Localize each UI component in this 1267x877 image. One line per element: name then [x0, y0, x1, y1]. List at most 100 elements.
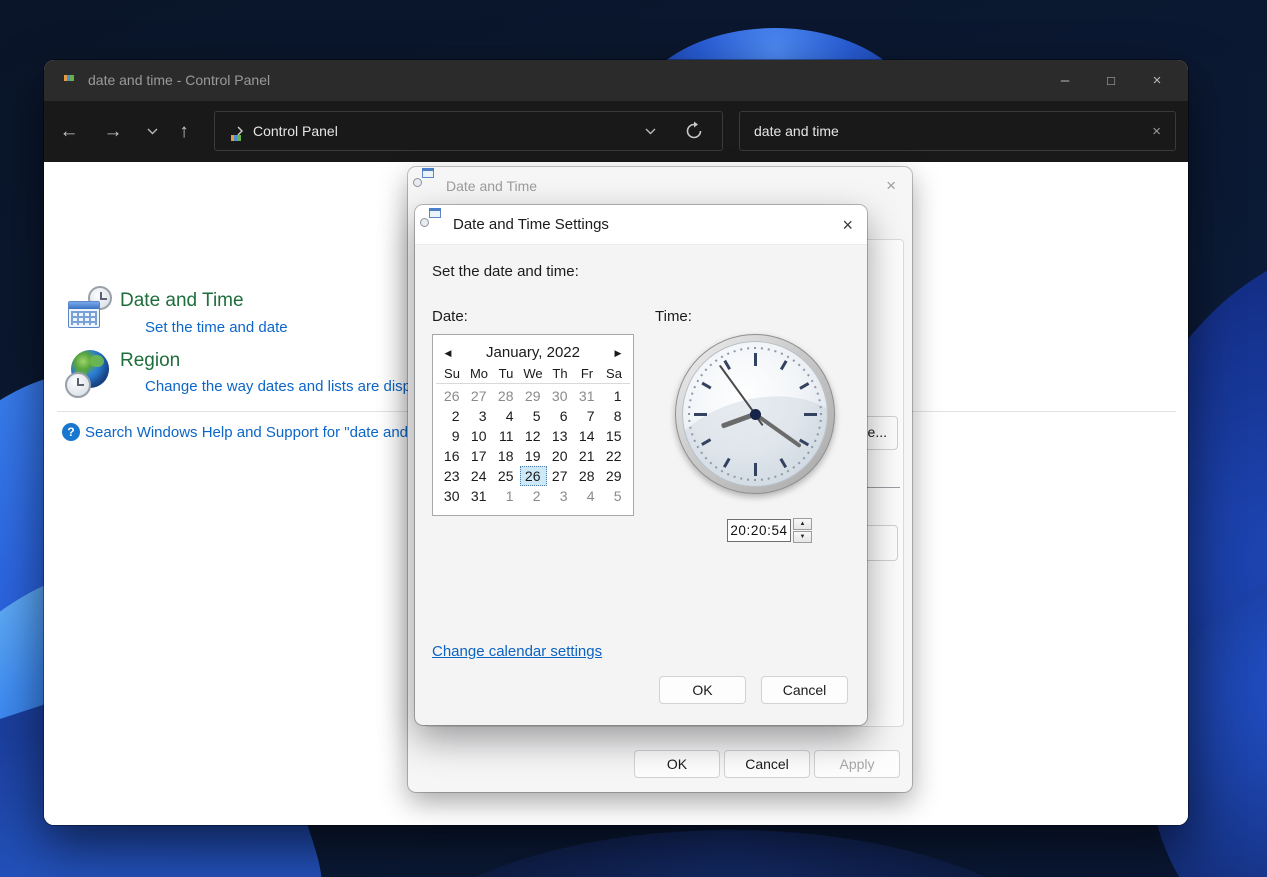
day-header: We: [520, 366, 547, 381]
calendar-day[interactable]: 19: [520, 446, 547, 466]
forward-icon: →: [104, 121, 123, 143]
calendar-day[interactable]: 14: [574, 426, 601, 446]
minimize-button[interactable]: –: [1042, 60, 1088, 101]
calendar-day[interactable]: 29: [520, 386, 547, 406]
calendar-day[interactable]: 9: [439, 426, 466, 446]
calendar-day-selected[interactable]: 26: [520, 466, 547, 486]
calendar-month-year[interactable]: January, 2022: [433, 340, 633, 366]
calendar-day[interactable]: 13: [547, 426, 574, 446]
calendar-day[interactable]: 4: [493, 406, 520, 426]
refresh-button[interactable]: [684, 121, 704, 141]
calendar-day[interactable]: 20: [547, 446, 574, 466]
close-button[interactable]: ×: [1134, 60, 1180, 101]
hour-tick: [754, 463, 757, 476]
calendar-day[interactable]: 18: [493, 446, 520, 466]
calendar-control: ◀ January, 2022 ▶ SuMoTuWeThFrSa 2627282…: [432, 334, 634, 516]
calendar-day[interactable]: 3: [466, 406, 493, 426]
calendar-day[interactable]: 3: [547, 486, 574, 506]
calendar-day[interactable]: 8: [601, 406, 628, 426]
calendar-prev-button[interactable]: ◀: [439, 340, 457, 366]
time-input[interactable]: 20:20:54: [727, 519, 791, 542]
calendar-day-headers: SuMoTuWeThFrSa: [436, 366, 630, 384]
calendar-day[interactable]: 5: [520, 406, 547, 426]
search-box[interactable]: date and time ×: [739, 111, 1176, 151]
settings-ok-button[interactable]: OK: [659, 676, 746, 704]
calendar-day[interactable]: 11: [493, 426, 520, 446]
calendar-day[interactable]: 2: [520, 486, 547, 506]
minute-dot: [689, 427, 691, 429]
dialog-apply-button[interactable]: Apply: [814, 750, 900, 778]
calendar-day[interactable]: 25: [493, 466, 520, 486]
calendar-day[interactable]: 29: [601, 466, 628, 486]
refresh-icon: [684, 121, 704, 141]
result-set-time-link[interactable]: Set the time and date: [145, 319, 288, 336]
calendar-day[interactable]: 6: [547, 406, 574, 426]
breadcrumb-control-panel[interactable]: Control Panel: [253, 123, 338, 139]
calendar-day[interactable]: 28: [493, 386, 520, 406]
calendar-day[interactable]: 1: [601, 386, 628, 406]
titlebar[interactable]: date and time - Control Panel – □ ×: [44, 60, 1188, 101]
calendar-day[interactable]: 24: [466, 466, 493, 486]
result-region-link[interactable]: Region: [120, 350, 180, 372]
result-date-and-time-link[interactable]: Date and Time: [120, 290, 244, 312]
calendar-day[interactable]: 30: [439, 486, 466, 506]
address-bar[interactable]: Control Panel: [214, 111, 723, 151]
calendar-day[interactable]: 17: [466, 446, 493, 466]
calendar-day[interactable]: 10: [466, 426, 493, 446]
close-settings-button[interactable]: ×: [842, 205, 853, 245]
calendar-day[interactable]: 27: [466, 386, 493, 406]
minute-dot: [733, 350, 736, 353]
calendar-prev-icon: ◀: [445, 348, 452, 358]
close-icon: ×: [1153, 72, 1162, 89]
up-button[interactable]: ↑: [166, 101, 202, 162]
calendar-day[interactable]: 5: [601, 486, 628, 506]
calendar-day[interactable]: 16: [439, 446, 466, 466]
minute-dot: [688, 406, 690, 408]
date-and-time-dialog-titlebar[interactable]: Date and Time ×: [408, 167, 912, 205]
settings-dialog-titlebar[interactable]: Date and Time Settings ×: [415, 205, 867, 245]
spinner-up-button[interactable]: ▲: [793, 518, 812, 530]
date-and-time-icon[interactable]: [68, 286, 112, 330]
minute-dot: [691, 392, 694, 395]
calendar-day[interactable]: 23: [439, 466, 466, 486]
address-dropdown-button[interactable]: [645, 128, 656, 135]
calendar-day[interactable]: 28: [574, 466, 601, 486]
minute-dot: [774, 350, 777, 353]
calendar-next-button[interactable]: ▶: [609, 340, 627, 366]
maximize-button[interactable]: □: [1088, 60, 1134, 101]
result-region-sub-link[interactable]: Change the way dates and lists are displ…: [145, 378, 439, 395]
help-search-link[interactable]: Search Windows Help and Support for "dat…: [85, 424, 408, 441]
minute-dot: [820, 413, 822, 415]
close-dialog-button[interactable]: ×: [886, 167, 896, 205]
minute-dot: [705, 368, 708, 371]
calendar-day[interactable]: 22: [601, 446, 628, 466]
spinner-down-button[interactable]: ▼: [793, 531, 812, 543]
calendar-day[interactable]: 2: [439, 406, 466, 426]
clear-search-button[interactable]: ×: [1152, 112, 1161, 150]
calendar-day[interactable]: 27: [547, 466, 574, 486]
minute-dot: [709, 364, 712, 367]
calendar-day[interactable]: 21: [574, 446, 601, 466]
dialog-cancel-button[interactable]: Cancel: [724, 750, 810, 778]
minute-dot: [688, 413, 690, 415]
calendar-day[interactable]: 15: [601, 426, 628, 446]
settings-dialog-title: Date and Time Settings: [453, 205, 609, 245]
calendar-day[interactable]: 4: [574, 486, 601, 506]
minute-dot: [727, 352, 730, 355]
back-button[interactable]: ←: [51, 101, 87, 162]
calendar-day[interactable]: 31: [466, 486, 493, 506]
change-calendar-settings-link[interactable]: Change calendar settings: [432, 643, 602, 660]
search-input-value[interactable]: date and time: [754, 123, 839, 139]
calendar-day[interactable]: 1: [493, 486, 520, 506]
settings-cancel-button[interactable]: Cancel: [761, 676, 848, 704]
recent-locations-button[interactable]: [134, 101, 170, 162]
chevron-down-icon: [645, 128, 656, 135]
calendar-day[interactable]: 7: [574, 406, 601, 426]
calendar-day[interactable]: 31: [574, 386, 601, 406]
calendar-day[interactable]: 12: [520, 426, 547, 446]
dialog-ok-button[interactable]: OK: [634, 750, 720, 778]
calendar-day[interactable]: 26: [439, 386, 466, 406]
region-icon[interactable]: [65, 350, 113, 398]
calendar-day[interactable]: 30: [547, 386, 574, 406]
forward-button[interactable]: →: [95, 101, 131, 162]
